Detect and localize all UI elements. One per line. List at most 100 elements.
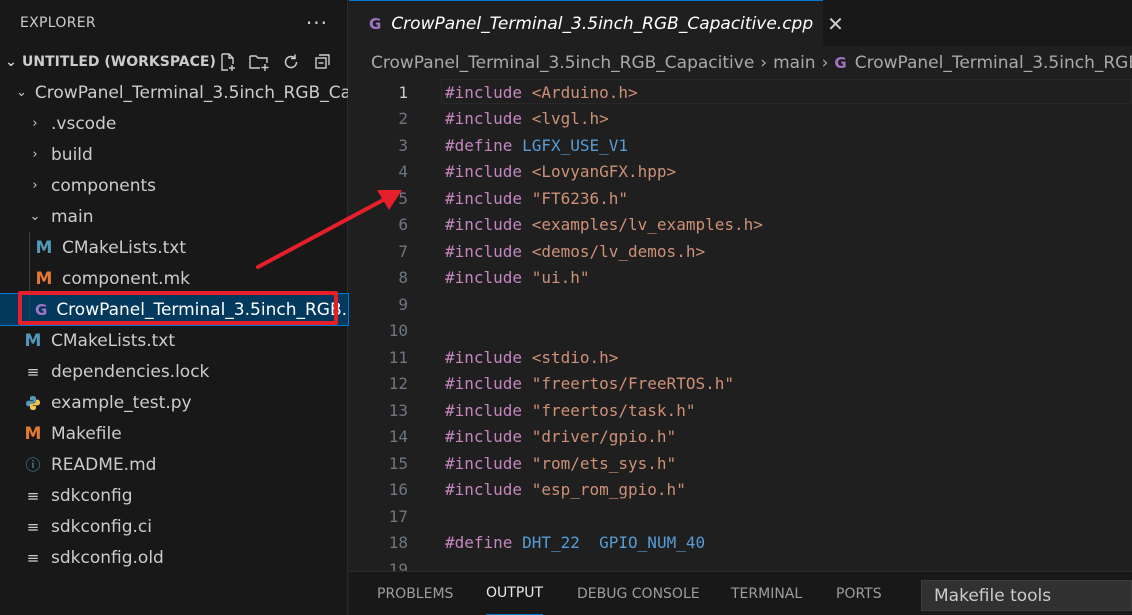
tree-folder-build[interactable]: › build	[0, 139, 348, 170]
tree-item-label: dependencies.lock	[51, 361, 210, 382]
line-number: 10	[388, 321, 408, 340]
tree-folder-main[interactable]: ⌄ main	[0, 201, 348, 232]
code-line[interactable]: 1 #include <Arduino.h>	[349, 79, 1132, 105]
code-text: #include "FT6236.h"	[445, 189, 628, 208]
tree-item-label: components	[51, 175, 157, 196]
code-text: #define LGFX_USE_V1	[445, 136, 628, 155]
code-keyword: #include	[445, 215, 523, 234]
code-argument: <stdio.h>	[522, 347, 619, 367]
tree-item-label: main	[51, 206, 94, 227]
workspace-header[interactable]: ⌄ UNTITLED (WORKSPACE)	[0, 46, 348, 77]
new-folder-icon[interactable]	[248, 51, 270, 73]
code-keyword: #define	[445, 135, 513, 155]
tree-file-readme[interactable]: ⓘ README.md	[0, 449, 348, 480]
code-line[interactable]: 6 #include <examples/lv_examples.h>	[349, 212, 1132, 238]
code-line[interactable]: 15 #include "rom/ets_sys.h"	[349, 450, 1132, 476]
tree-folder-vscode[interactable]: › .vscode	[0, 108, 348, 139]
tree-file-sdkconfig[interactable]: ≡ sdkconfig	[0, 480, 348, 511]
code-line[interactable]: 3 #define LGFX_USE_V1	[349, 132, 1132, 158]
line-number: 19	[388, 559, 408, 572]
code-argument: "ui.h"	[522, 268, 590, 287]
line-number: 1	[398, 82, 408, 102]
text-file-icon: ≡	[26, 486, 40, 505]
code-line[interactable]: 8 #include "ui.h"	[349, 265, 1132, 291]
code-argument: <lvgl.h>	[522, 109, 609, 128]
code-text: #include <Arduino.h>	[445, 83, 638, 102]
tree-file-main-cmakelists[interactable]: M CMakeLists.txt	[0, 232, 348, 263]
editor-tab-active[interactable]: G CrowPanel_Terminal_3.5inch_RGB_Capacit…	[349, 0, 844, 46]
tree-item-label: sdkconfig.ci	[51, 516, 152, 537]
code-line[interactable]: 2 #include <lvgl.h>	[349, 106, 1132, 132]
code-line[interactable]: 14 #include "driver/gpio.h"	[349, 424, 1132, 450]
breadcrumb: CrowPanel_Terminal_3.5inch_RGB_Capacitiv…	[371, 46, 1132, 79]
tree-file-sdkconfig-old[interactable]: ≡ sdkconfig.old	[0, 542, 348, 573]
tree-item-label: CMakeLists.txt	[51, 330, 176, 351]
code-line[interactable]: 4 #include <LovyanGFX.hpp>	[349, 159, 1132, 185]
code-line[interactable]: 19	[349, 556, 1132, 572]
close-icon[interactable]: ✕	[827, 12, 844, 36]
panel-tab-problems[interactable]: PROBLEMS	[377, 572, 453, 615]
code-line[interactable]: 13 #include "freertos/task.h"	[349, 397, 1132, 423]
tree-file-cpp-selected[interactable]: G CrowPanel_Terminal_3.5inch_RGB...	[0, 293, 349, 326]
code-text: #include <examples/lv_examples.h>	[445, 215, 763, 234]
tree-folder-components[interactable]: › components	[0, 170, 348, 201]
code-line[interactable]: 5 #include "FT6236.h"	[349, 185, 1132, 211]
workspace-label: UNTITLED (WORKSPACE)	[22, 53, 216, 70]
code-editor[interactable]: 1 #include <Arduino.h> 2 #include <lvgl.h> 3…	[349, 79, 1132, 571]
code-line[interactable]: 11 #include <stdio.h>	[349, 344, 1132, 370]
line-number: 3	[398, 135, 408, 155]
line-number: 8	[398, 268, 408, 287]
chevron-right-icon: ›	[821, 52, 829, 73]
line-number: 9	[398, 294, 408, 314]
panel-tab-output[interactable]: OUTPUT	[486, 572, 544, 615]
line-number: 15	[388, 453, 408, 473]
code-line[interactable]: 17	[349, 503, 1132, 529]
breadcrumb-file[interactable]: CrowPanel_Terminal_3.5inch_RGB_Ca	[855, 53, 1132, 73]
output-channel-select[interactable]: Makefile tools	[921, 580, 1132, 611]
tree-file-component-mk[interactable]: M component.mk	[0, 263, 348, 294]
breadcrumb-folder[interactable]: CrowPanel_Terminal_3.5inch_RGB_Capacitiv…	[371, 53, 754, 73]
tree-file-sdkconfig-ci[interactable]: ≡ sdkconfig.ci	[0, 511, 348, 542]
makefile-icon: M	[24, 423, 42, 444]
tree-item-label: build	[51, 144, 93, 165]
code-line[interactable]: 7 #include <demos/lv_demos.h>	[349, 238, 1132, 264]
code-line[interactable]: 18 #define DHT_22 GPIO_NUM_40	[349, 530, 1132, 556]
panel-tab-ports[interactable]: PORTS	[836, 572, 882, 615]
breadcrumb-subfolder[interactable]: main	[773, 53, 815, 73]
tree-file-cmakelists[interactable]: M CMakeLists.txt	[0, 325, 348, 356]
code-keyword: #include	[445, 241, 523, 261]
refresh-icon[interactable]	[280, 51, 302, 73]
code-argument: "esp_rom_gpio.h"	[522, 480, 686, 499]
cpp-file-icon: G	[834, 53, 847, 72]
tree-file-makefile[interactable]: M Makefile	[0, 418, 348, 449]
bottom-panel: PROBLEMS OUTPUT DEBUG CONSOLE TERMINAL P…	[349, 571, 1132, 615]
code-keyword: #include	[445, 400, 523, 420]
code-argument: "freertos/task.h"	[522, 400, 696, 420]
code-argument: <examples/lv_examples.h>	[522, 215, 763, 234]
code-line[interactable]: 16 #include "esp_rom_gpio.h"	[349, 477, 1132, 503]
code-argument: LGFX_USE_V1	[512, 135, 629, 155]
more-actions-icon[interactable]: ···	[306, 11, 328, 35]
tree-item-label: component.mk	[62, 268, 190, 289]
chevron-down-icon: ⌄	[5, 53, 17, 70]
cpp-file-icon: G	[369, 14, 382, 33]
tree-file-example-test[interactable]: example_test.py	[0, 387, 348, 418]
code-keyword: #include	[445, 268, 523, 287]
panel-tab-terminal[interactable]: TERMINAL	[731, 572, 802, 615]
code-line[interactable]: 12 #include "freertos/FreeRTOS.h"	[349, 371, 1132, 397]
tree-file-dependencies-lock[interactable]: ≡ dependencies.lock	[0, 356, 348, 387]
collapse-all-icon[interactable]	[312, 51, 334, 73]
cpp-file-icon: G	[35, 300, 48, 319]
line-number: 18	[388, 533, 408, 552]
code-text: #include <stdio.h>	[445, 348, 618, 367]
new-file-icon[interactable]	[216, 51, 238, 73]
panel-tab-debug-console[interactable]: DEBUG CONSOLE	[577, 572, 700, 615]
code-line[interactable]: 10	[349, 318, 1132, 344]
code-line[interactable]: 9	[349, 291, 1132, 317]
tree-folder-project[interactable]: ⌄ CrowPanel_Terminal_3.5inch_RGB_Ca...	[0, 77, 348, 108]
chevron-down-icon: ⌄	[16, 85, 27, 100]
code-keyword: #include	[445, 109, 523, 128]
chevron-right-icon: ›	[32, 147, 38, 162]
code-text: #include <lvgl.h>	[445, 109, 609, 128]
code-keyword: #define	[445, 533, 513, 552]
